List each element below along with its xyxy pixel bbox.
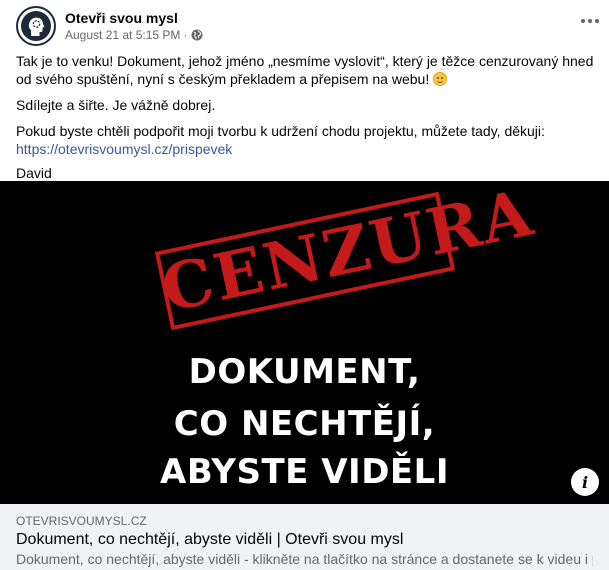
more-options-button[interactable] (575, 6, 605, 36)
author-name[interactable]: Otevři svou mysl (65, 9, 203, 27)
post-timestamp[interactable]: August 21 at 5:15 PM (65, 27, 180, 43)
post-meta: Otevři svou mysl August 21 at 5:15 PM · (65, 9, 203, 43)
more-dot (595, 19, 599, 23)
page-avatar[interactable] (16, 6, 56, 46)
smiley-emoji-icon (433, 72, 448, 86)
post-paragraph: Pokud byste chtěli podpořit moji tvorbu … (16, 122, 595, 158)
link-description: Dokument, co nechtějí, abyste viděli - k… (16, 551, 593, 567)
head-silhouette-icon (21, 11, 51, 41)
censorship-stamp: CENZURA (154, 181, 541, 331)
headline-line: CO NECHTĚJÍ, (173, 404, 436, 444)
facebook-post: Otevři svou mysl August 21 at 5:15 PM · … (0, 0, 609, 570)
post-paragraph-text: Pokud byste chtěli podpořit moji tvorbu … (16, 123, 545, 139)
globe-icon[interactable] (191, 29, 203, 41)
meta-separator: · (183, 28, 188, 42)
post-body: Tak je to venku! Dokument, jehož jméno „… (16, 52, 595, 190)
stamp-text: CENZURA (155, 181, 541, 328)
headline-line: ABYSTE VIDĚLI (160, 452, 449, 492)
post-paragraph: Tak je to venku! Dokument, jehož jméno „… (16, 52, 595, 88)
more-dot (588, 19, 592, 23)
post-paragraph: Sdílejte a šiřte. Je vážně dobrej. (16, 97, 216, 113)
link-domain: OTEVRISVOUMYSL.CZ (16, 514, 147, 528)
link-title[interactable]: Dokument, co nechtějí, abyste viděli | O… (16, 530, 593, 550)
headline-line: DOKUMENT, (188, 352, 421, 392)
link-preview-image[interactable]: CENZURA DOKUMENT, CO NECHTĚJÍ, ABYSTE VI… (0, 181, 609, 504)
post-subline: August 21 at 5:15 PM · (65, 27, 203, 43)
post-paragraph-text: Tak je to venku! Dokument, jehož jméno „… (16, 53, 594, 87)
post-signature: David (16, 165, 52, 181)
more-horizontal-icon (581, 19, 585, 23)
info-icon: i (581, 472, 589, 492)
link-preview-card[interactable]: OTEVRISVOUMYSL.CZ Dokument, co nechtějí,… (0, 504, 609, 570)
support-link[interactable]: https://otevrisvoumysl.cz/prispevek (16, 141, 232, 157)
info-button[interactable]: i (571, 468, 599, 496)
post-header: Otevři svou mysl August 21 at 5:15 PM · (16, 6, 593, 46)
